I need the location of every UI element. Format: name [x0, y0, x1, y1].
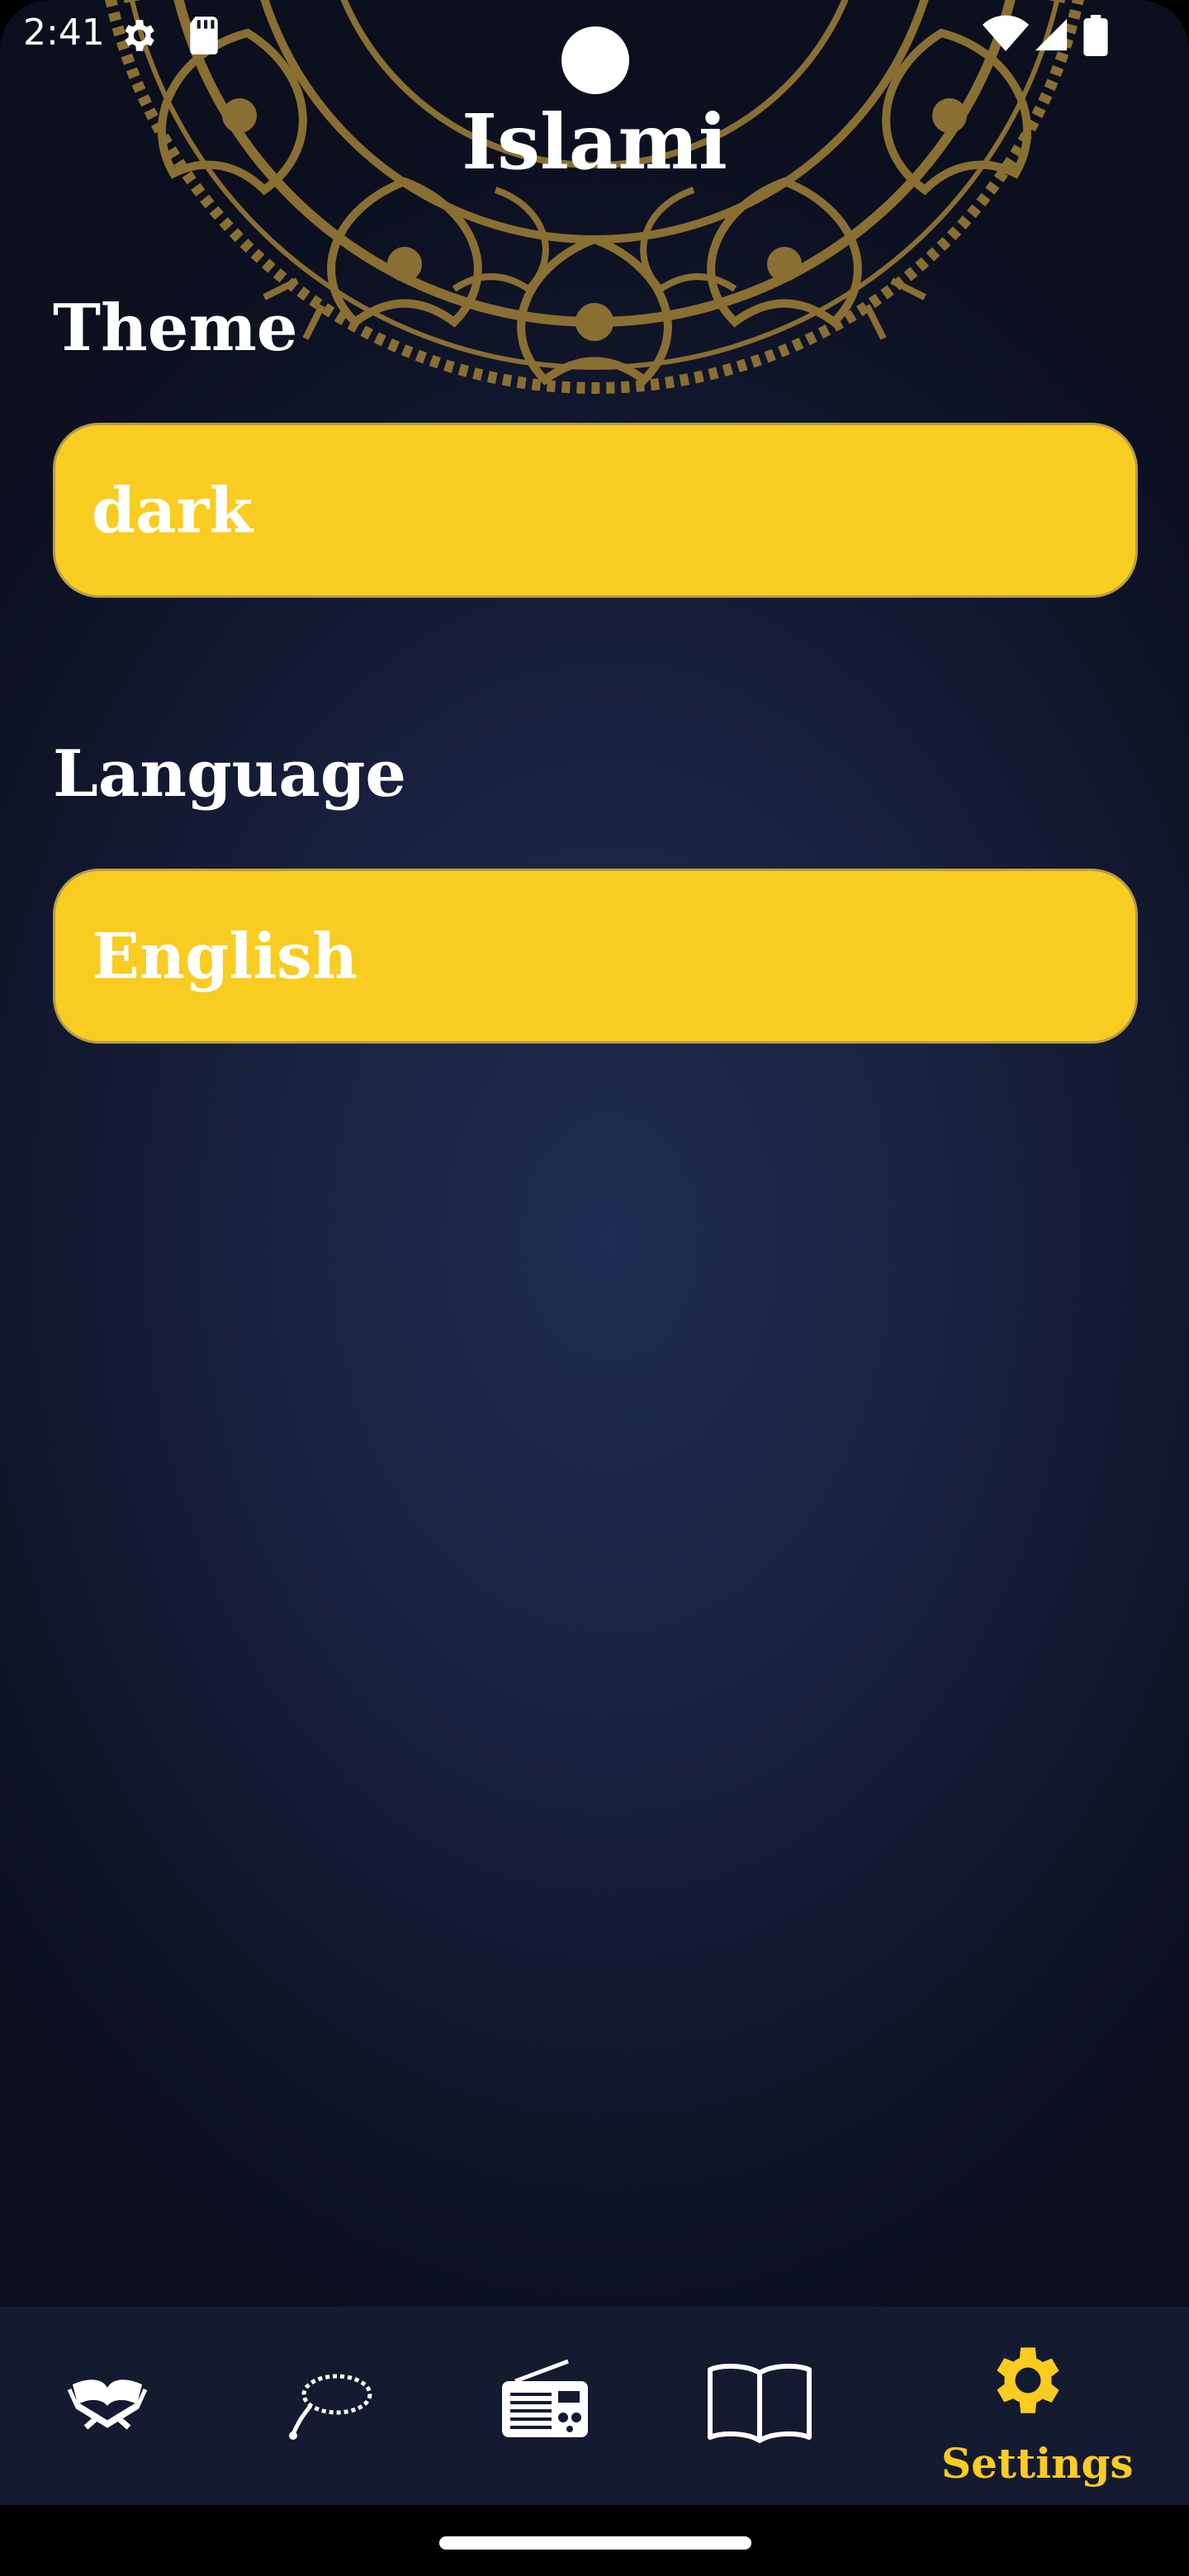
nav-item-radio[interactable] — [471, 2307, 619, 2505]
sd-card-icon — [190, 17, 218, 54]
wifi-icon — [983, 15, 1029, 52]
camera-cutout — [561, 26, 629, 94]
battery-icon — [1083, 15, 1108, 56]
settings-gear-icon — [997, 2347, 1059, 2413]
radio-icon — [502, 2359, 588, 2437]
nav-item-settings[interactable]: Settings — [941, 2307, 1134, 2505]
signal-icon — [1035, 18, 1068, 51]
gear-icon — [125, 20, 154, 51]
language-label: Language — [53, 736, 407, 812]
nav-item-tasbeh[interactable] — [256, 2307, 405, 2505]
status-time: 2:41 — [23, 12, 105, 54]
system-gesture-bar — [0, 2505, 1189, 2576]
theme-value: dark — [92, 473, 253, 547]
language-value: English — [92, 919, 358, 993]
tasbeh-icon — [289, 2374, 372, 2440]
theme-label: Theme — [53, 291, 298, 366]
bottom-navigation: Settings — [0, 2307, 1189, 2505]
nav-item-quran[interactable] — [33, 2307, 182, 2505]
book-icon — [708, 2363, 812, 2443]
theme-dropdown[interactable]: dark — [53, 423, 1138, 598]
app-title: Islami — [462, 97, 727, 187]
language-dropdown[interactable]: English — [53, 869, 1138, 1044]
app-screen: 2:41 Islami Theme dark Language English — [0, 0, 1189, 2576]
home-gesture-handle[interactable] — [439, 2536, 751, 2550]
quran-icon — [67, 2379, 148, 2430]
nav-label-settings: Settings — [941, 2439, 1134, 2488]
nav-item-hadith[interactable] — [685, 2307, 834, 2505]
